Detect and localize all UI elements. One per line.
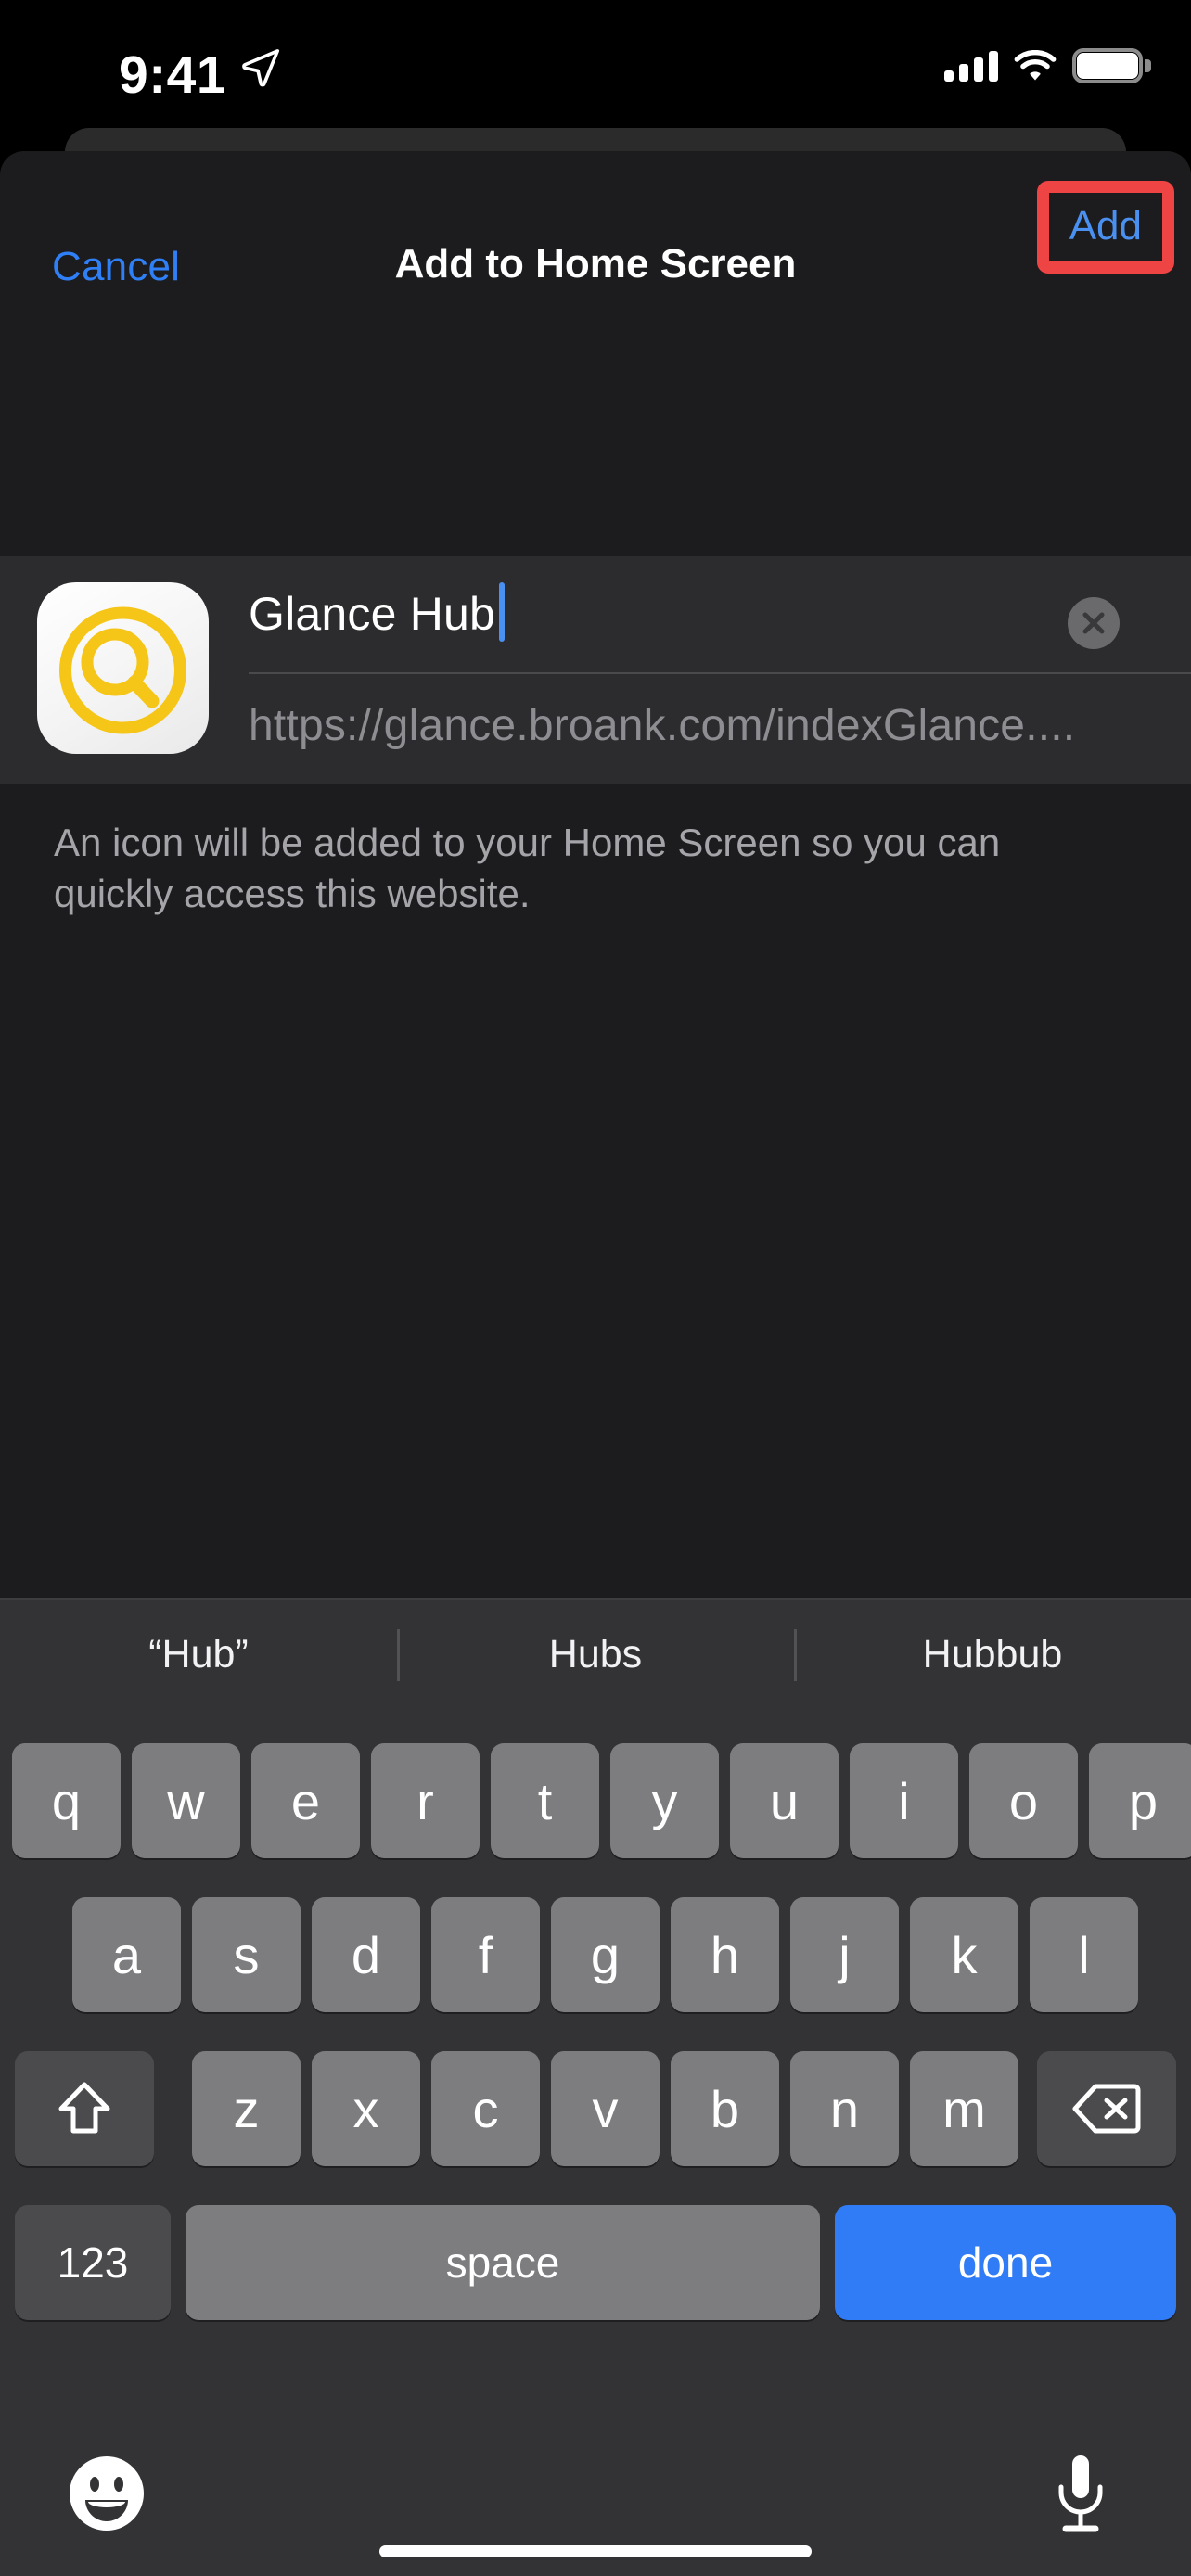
key-b[interactable]: b (671, 2051, 779, 2166)
key-a[interactable]: a (72, 1897, 181, 2012)
battery-full-icon (1072, 48, 1151, 83)
shift-arrow-icon (58, 2082, 110, 2134)
key-m[interactable]: m (910, 2051, 1018, 2166)
url-input[interactable]: https://glance.broank.com/indexGlance...… (249, 700, 1075, 751)
space-key[interactable]: space (186, 2205, 820, 2320)
key-g[interactable]: g (551, 1897, 660, 2012)
key-r[interactable]: r (371, 1743, 480, 1858)
key-j[interactable]: j (790, 1897, 899, 2012)
keyboard-row-3: zxcvbnm (0, 2051, 1191, 2166)
numbers-key[interactable]: 123 (15, 2205, 171, 2320)
keyboard-row-4: 123 space done (0, 2205, 1191, 2320)
key-x[interactable]: x (312, 2051, 420, 2166)
add-button-highlight: Add (1036, 181, 1174, 274)
key-v[interactable]: v (551, 2051, 660, 2166)
name-field-row[interactable]: Glance Hub (249, 556, 1191, 672)
key-y[interactable]: y (610, 1743, 719, 1858)
footnote-text: An icon will be added to your Home Scree… (54, 821, 1001, 916)
predictive-text-bar: “Hub” Hubs Hubbub (0, 1600, 1191, 1709)
key-e[interactable]: e (251, 1743, 360, 1858)
iphone-screen: 9:41 Cancel Add to Home Screen Add Glanc… (0, 0, 1191, 2576)
key-u[interactable]: u (730, 1743, 839, 1858)
microphone-icon (1058, 2455, 1103, 2532)
key-z[interactable]: z (192, 2051, 301, 2166)
software-keyboard: “Hub” Hubs Hubbub qwertyuiop asdfghjkl z… (0, 1598, 1191, 2576)
text-cursor (499, 582, 505, 642)
key-o[interactable]: o (969, 1743, 1078, 1858)
sheet-navigation-bar: Cancel Add to Home Screen Add (0, 151, 1191, 395)
name-input[interactable]: Glance Hub (249, 587, 495, 641)
wifi-icon (1014, 50, 1057, 81)
key-p[interactable]: p (1089, 1743, 1191, 1858)
status-bar-time: 9:41 (119, 45, 227, 105)
key-n[interactable]: n (790, 2051, 899, 2166)
key-d[interactable]: d (312, 1897, 420, 2012)
field-divider (249, 672, 1191, 674)
key-l[interactable]: l (1030, 1897, 1138, 2012)
key-t[interactable]: t (491, 1743, 599, 1858)
key-w[interactable]: w (132, 1743, 240, 1858)
page-title: Add to Home Screen (394, 241, 797, 287)
status-bar-indicators (944, 48, 1151, 83)
dictation-button[interactable] (1050, 2452, 1111, 2537)
key-q[interactable]: q (12, 1743, 121, 1858)
key-s[interactable]: s (192, 1897, 301, 2012)
key-k[interactable]: k (910, 1897, 1018, 2012)
keyboard-bottom-bar (0, 2437, 1191, 2576)
cellular-bars-icon (944, 50, 998, 82)
keyboard-row-1: qwertyuiop (0, 1743, 1191, 1858)
keyboard-row-2: asdfghjkl (0, 1897, 1191, 2012)
clear-text-button[interactable] (1068, 597, 1120, 649)
prediction-1[interactable]: Hubs (397, 1600, 794, 1709)
add-to-home-screen-sheet: Cancel Add to Home Screen Add Glance Hub (0, 151, 1191, 1598)
key-h[interactable]: h (671, 1897, 779, 2012)
backspace-key[interactable] (1037, 2051, 1176, 2166)
prediction-2[interactable]: Hubbub (794, 1600, 1191, 1709)
shift-key[interactable] (15, 2051, 154, 2166)
magnifying-glass-app-icon (37, 582, 209, 754)
prediction-0[interactable]: “Hub” (0, 1600, 397, 1709)
emoji-button[interactable] (69, 2455, 145, 2531)
backspace-delete-icon (1072, 2084, 1141, 2134)
add-button[interactable]: Add (1069, 206, 1142, 247)
done-key[interactable]: done (835, 2205, 1176, 2320)
emoji-smiley-icon (70, 2456, 144, 2531)
key-c[interactable]: c (431, 2051, 540, 2166)
shortcut-form-card: Glance Hub https://glance.broank.com/ind… (0, 556, 1191, 784)
key-f[interactable]: f (431, 1897, 540, 2012)
form-fields: Glance Hub https://glance.broank.com/ind… (249, 556, 1191, 784)
home-indicator-bar (379, 2545, 812, 2557)
status-bar: 9:41 (0, 0, 1191, 148)
location-arrow-icon (242, 49, 280, 87)
key-i[interactable]: i (850, 1743, 958, 1858)
clear-circle-x-icon (1082, 612, 1105, 634)
